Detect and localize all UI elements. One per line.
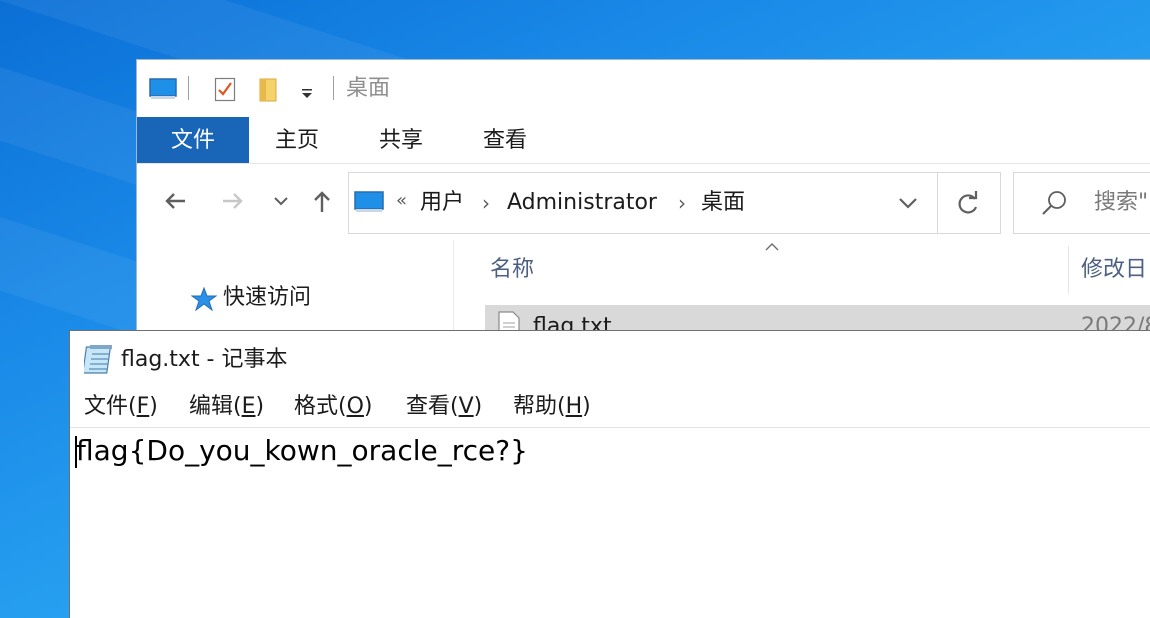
up-arrow-icon[interactable] bbox=[307, 186, 337, 216]
address-bar[interactable]: « 用户 › Administrator › 桌面 bbox=[348, 172, 1001, 234]
column-header-name[interactable]: 名称 bbox=[490, 256, 534, 284]
breadcrumb-administrator[interactable]: Administrator bbox=[507, 189, 657, 217]
breadcrumb-users[interactable]: 用户 bbox=[420, 189, 464, 217]
address-dropdown-chevron-icon[interactable] bbox=[897, 193, 919, 217]
notepad-menu-bar: 文件(F) 编辑(E) 格式(O) 查看(V) 帮助(H) bbox=[70, 387, 1150, 427]
tab-view[interactable]: 查看 bbox=[483, 117, 527, 163]
notepad-window: flag.txt - 记事本 文件(F) 编辑(E) 格式(O) 查看(V) 帮… bbox=[69, 330, 1150, 618]
explorer-title-bar: 桌面 bbox=[137, 60, 1150, 117]
column-header-date-modified[interactable]: 修改日 bbox=[1081, 256, 1147, 284]
notepad-window-title: flag.txt - 记事本 bbox=[121, 347, 288, 372]
breadcrumb-chevron-icon[interactable]: › bbox=[678, 191, 686, 215]
new-folder-icon[interactable] bbox=[258, 76, 280, 108]
address-overflow-icon[interactable]: « bbox=[396, 189, 407, 213]
refresh-icon[interactable] bbox=[955, 189, 981, 221]
tab-file[interactable]: 文件 bbox=[137, 117, 249, 163]
computer-icon bbox=[354, 191, 384, 217]
notepad-text-area[interactable]: flag{Do_you_kown_oracle_rce?} bbox=[70, 427, 1150, 618]
explorer-window-title: 桌面 bbox=[346, 76, 391, 101]
menu-format[interactable]: 格式(O) bbox=[294, 393, 373, 421]
sort-ascending-icon bbox=[764, 240, 780, 256]
quick-access-star-icon bbox=[190, 286, 218, 315]
breadcrumb-desktop[interactable]: 桌面 bbox=[701, 189, 745, 217]
nav-item-quick-access[interactable]: 快速访问 bbox=[223, 284, 311, 312]
menu-file[interactable]: 文件(F) bbox=[84, 393, 158, 421]
customize-dropdown-icon[interactable] bbox=[300, 84, 314, 103]
tab-home[interactable]: 主页 bbox=[275, 117, 319, 163]
notepad-icon[interactable] bbox=[82, 343, 116, 379]
desktop-background: 桌面 文件 主页 共享 查看 « 用户 › Administrator › 桌面… bbox=[0, 0, 1150, 618]
notepad-content: flag{Do_you_kown_oracle_rce?} bbox=[76, 434, 528, 467]
computer-icon[interactable] bbox=[149, 78, 177, 104]
breadcrumb-chevron-icon[interactable]: › bbox=[482, 191, 490, 215]
tab-share[interactable]: 共享 bbox=[379, 117, 423, 163]
ribbon-tab-bar: 文件 主页 共享 查看 bbox=[137, 117, 1150, 164]
menu-edit[interactable]: 编辑(E) bbox=[189, 393, 264, 421]
column-divider[interactable] bbox=[1068, 246, 1069, 294]
menu-view[interactable]: 查看(V) bbox=[406, 393, 482, 421]
search-placeholder: 搜索" bbox=[1094, 190, 1149, 215]
recent-locations-chevron-icon[interactable] bbox=[269, 186, 299, 216]
search-icon bbox=[1040, 189, 1068, 221]
back-arrow-icon[interactable] bbox=[161, 186, 191, 216]
menu-help[interactable]: 帮助(H) bbox=[513, 393, 591, 421]
forward-arrow-icon[interactable] bbox=[217, 186, 247, 216]
search-input[interactable]: 搜索" bbox=[1013, 172, 1150, 234]
navigation-bar: « 用户 › Administrator › 桌面 搜索" bbox=[137, 164, 1150, 240]
properties-checklist-icon[interactable] bbox=[214, 76, 236, 106]
notepad-title-bar: flag.txt - 记事本 bbox=[70, 331, 1150, 387]
